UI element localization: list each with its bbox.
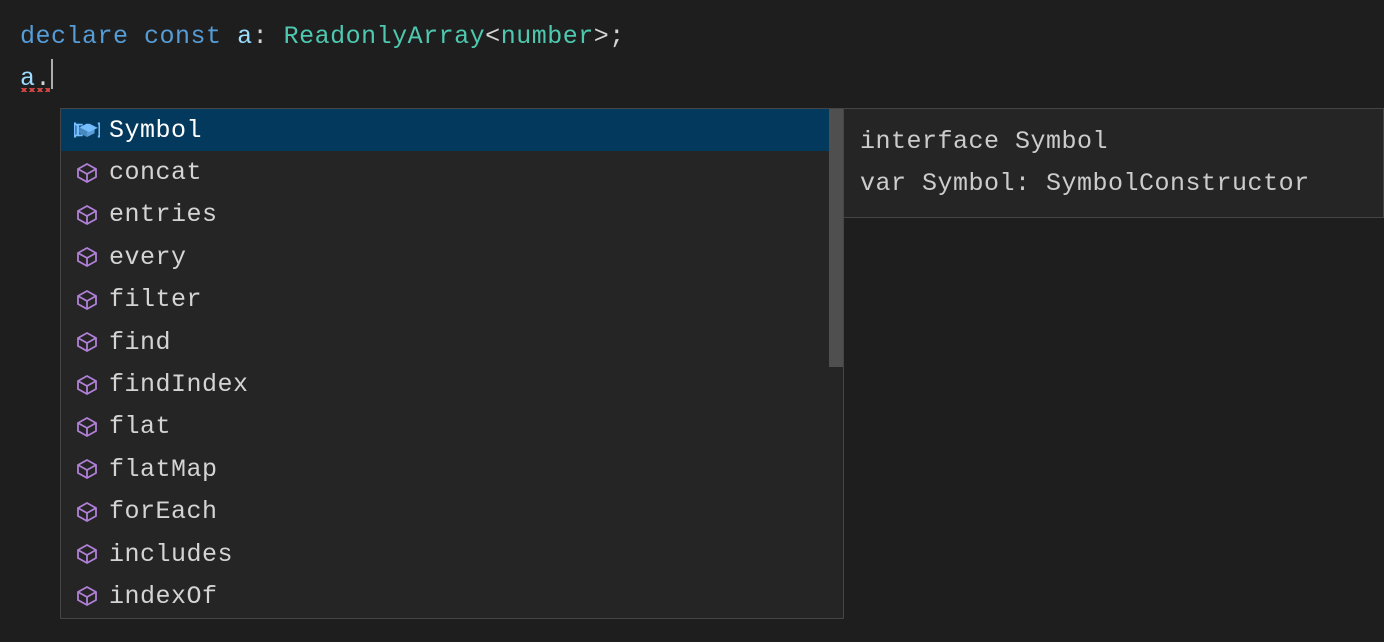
suggest-item-find[interactable]: find (61, 321, 843, 363)
suggest-item-findindex[interactable]: findIndex (61, 363, 843, 405)
suggest-item-label: forEach (109, 497, 218, 526)
suggest-item-foreach[interactable]: forEach (61, 491, 843, 533)
suggest-item-label: indexOf (109, 582, 218, 611)
method-icon (73, 328, 101, 356)
suggest-item-label: every (109, 243, 187, 272)
suggest-listbox[interactable]: Symbol concat entries every filter find findIn… (60, 108, 844, 619)
token-semi: ; (609, 22, 625, 51)
suggest-item-flat[interactable]: flat (61, 406, 843, 448)
interface-icon (73, 116, 101, 144)
suggest-item-label: flatMap (109, 455, 218, 484)
suggest-item-concat[interactable]: concat (61, 151, 843, 193)
code-line-1: declare const a: ReadonlyArray<number>; (20, 16, 1364, 58)
code-line-2: a. (20, 58, 1364, 100)
suggest-item-label: findIndex (109, 370, 249, 399)
method-icon (73, 498, 101, 526)
token-declare: declare (20, 22, 129, 51)
details-line-1: interface Symbol (860, 121, 1367, 163)
text-cursor (51, 59, 53, 89)
suggest-item-indexof[interactable]: indexOf (61, 575, 843, 617)
method-icon (73, 243, 101, 271)
method-icon (73, 540, 101, 568)
method-icon (73, 582, 101, 610)
token-type: ReadonlyArray (284, 22, 486, 51)
suggest-widget[interactable]: Symbol concat entries every filter find findIn… (60, 108, 1384, 619)
token-const: const (144, 22, 222, 51)
method-icon (73, 371, 101, 399)
suggest-item-label: Symbol (109, 116, 202, 145)
suggest-item-label: includes (109, 540, 233, 569)
suggest-item-symbol[interactable]: Symbol (61, 109, 843, 151)
token-typearg: number (501, 22, 594, 51)
method-icon (73, 455, 101, 483)
suggest-item-label: filter (109, 285, 202, 314)
token-lt: < (485, 22, 501, 51)
token-gt: > (594, 22, 610, 51)
suggest-item-filter[interactable]: filter (61, 279, 843, 321)
suggest-item-includes[interactable]: includes (61, 533, 843, 575)
suggest-item-every[interactable]: every (61, 236, 843, 278)
suggest-item-label: flat (109, 412, 171, 441)
token-varname: a (237, 22, 253, 51)
error-squiggle (20, 88, 50, 92)
suggest-item-label: find (109, 328, 171, 357)
method-icon (73, 286, 101, 314)
suggest-item-label: entries (109, 200, 218, 229)
suggest-item-label: concat (109, 158, 202, 187)
code-editor[interactable]: declare const a: ReadonlyArray<number>; … (0, 0, 1384, 116)
suggest-details: interface Symbol var Symbol: SymbolConst… (844, 108, 1384, 218)
suggest-item-entries[interactable]: entries (61, 194, 843, 236)
method-icon (73, 159, 101, 187)
method-icon (73, 201, 101, 229)
suggest-item-flatmap[interactable]: flatMap (61, 448, 843, 490)
token-colon: : (253, 22, 269, 51)
scrollbar-thumb[interactable] (829, 109, 843, 367)
method-icon (73, 413, 101, 441)
details-line-2: var Symbol: SymbolConstructor (860, 163, 1367, 205)
